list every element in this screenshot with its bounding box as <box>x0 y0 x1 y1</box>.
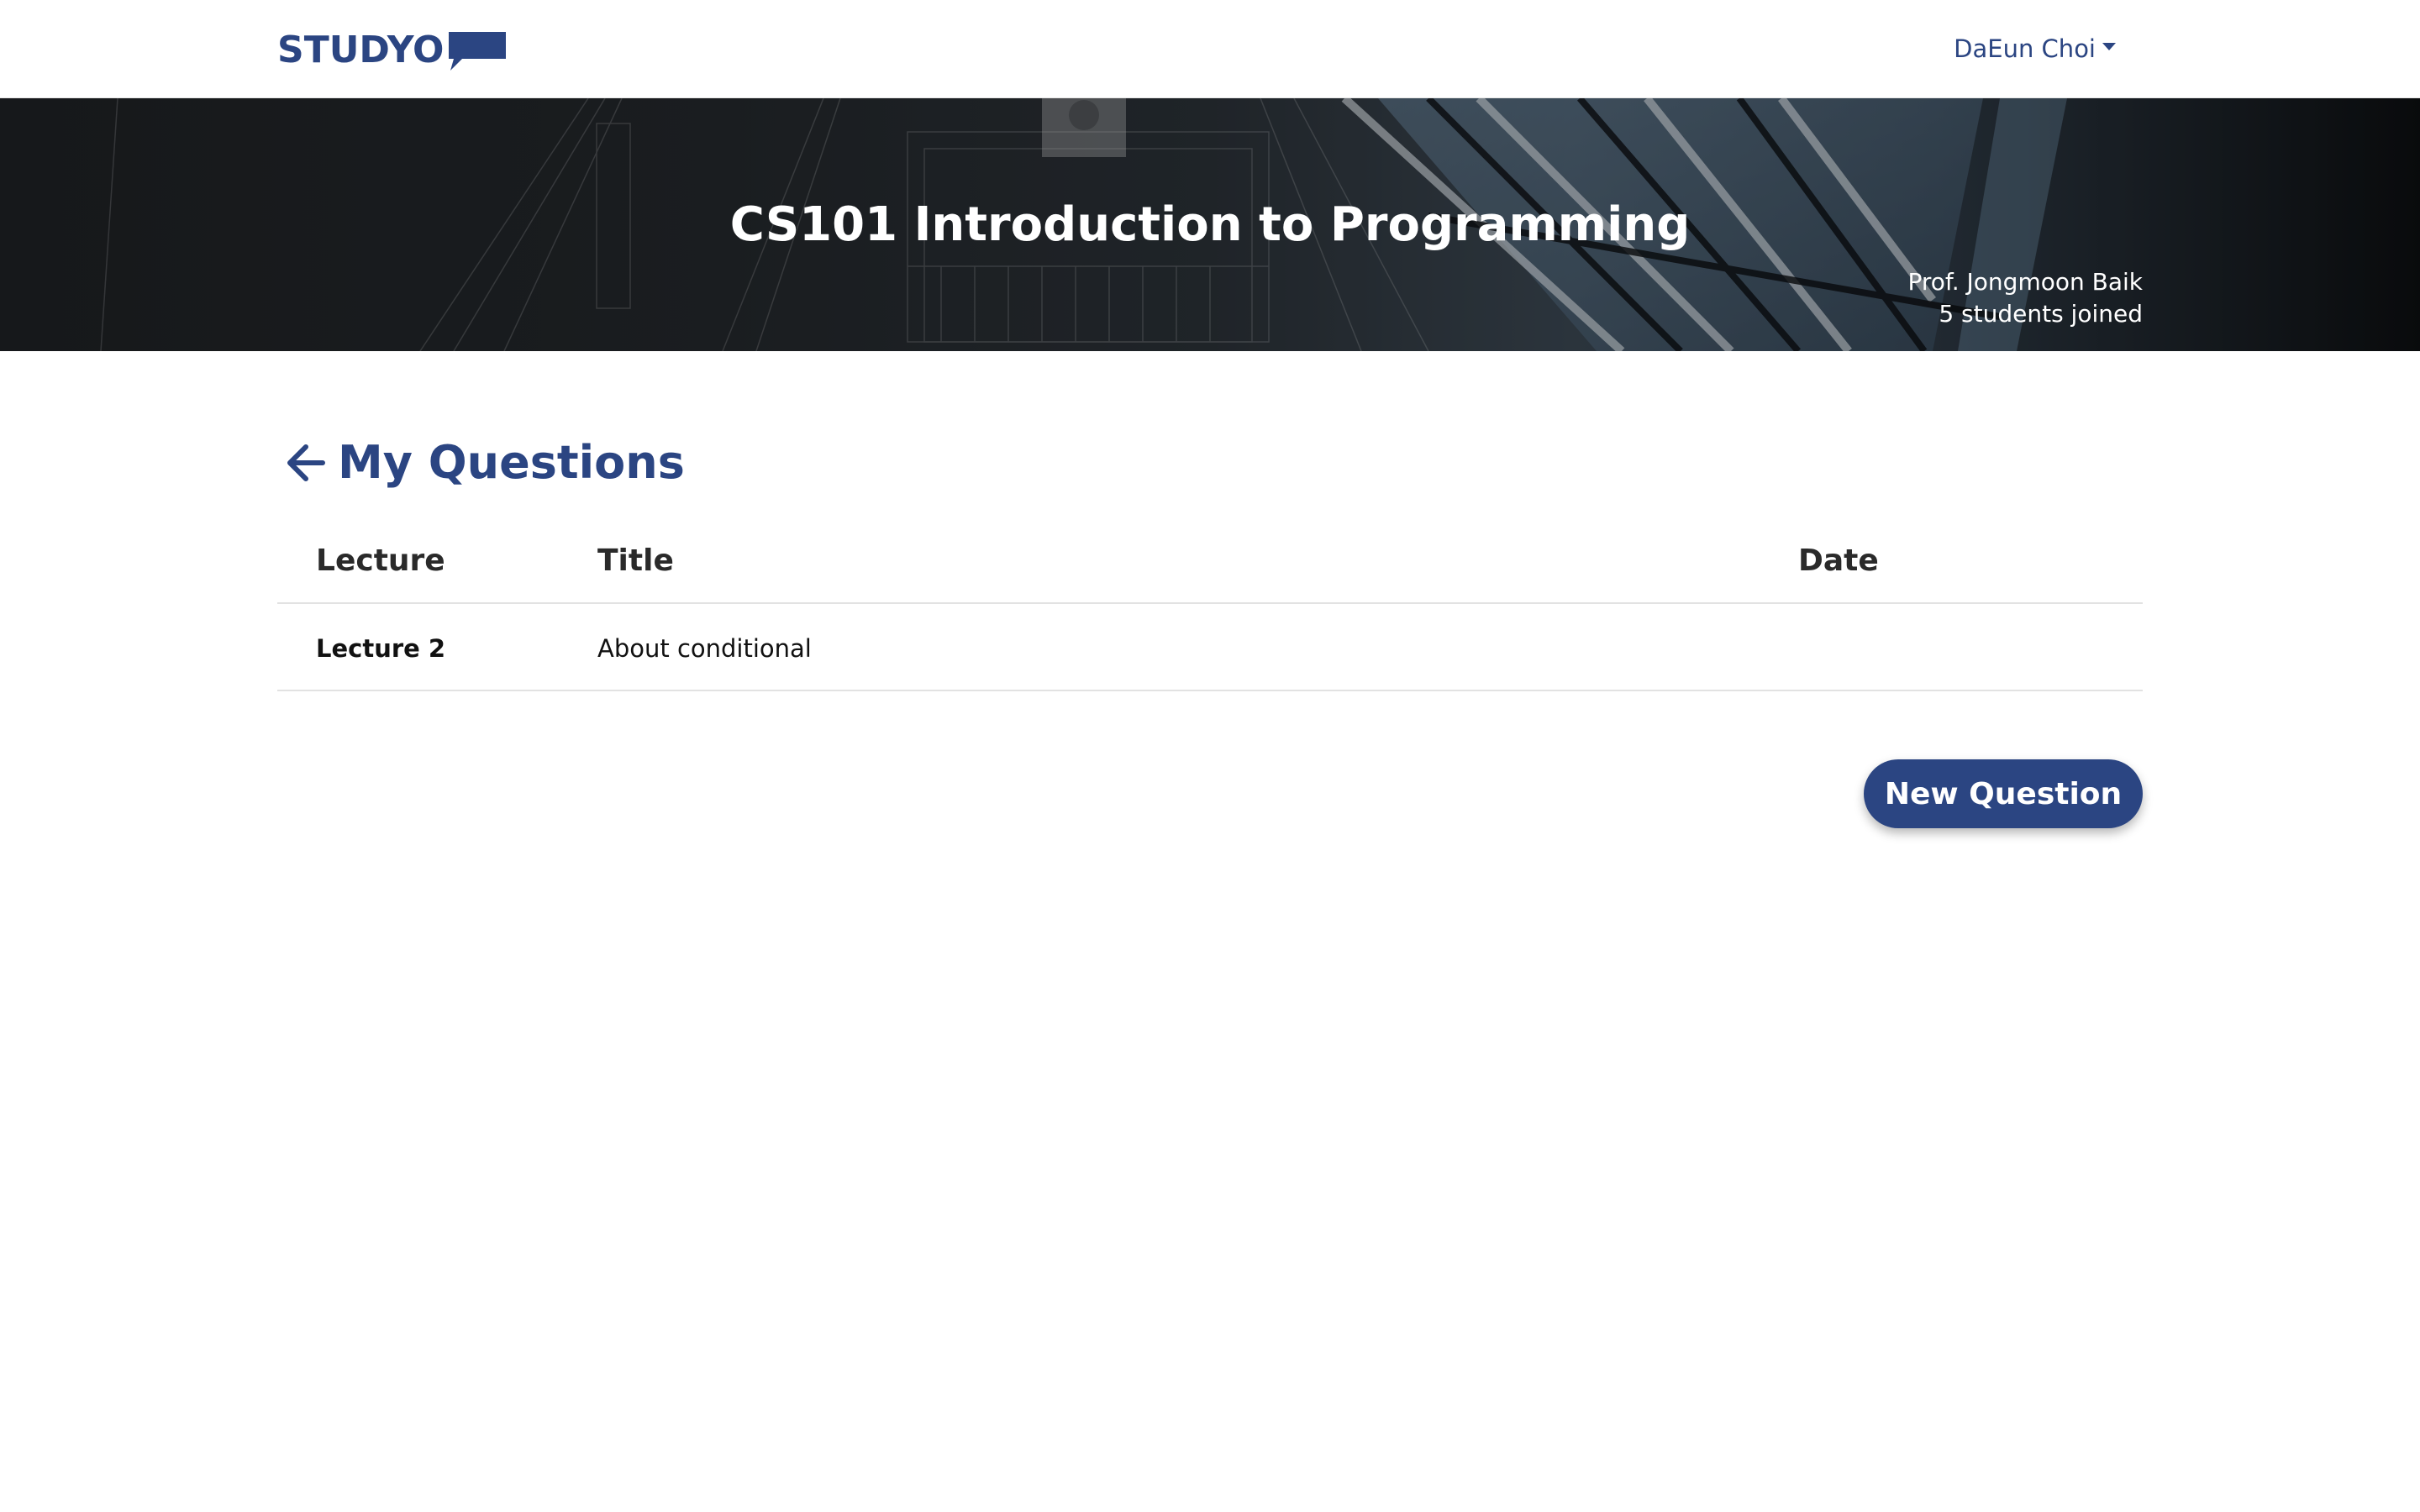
logo-text: STUDYO <box>277 29 445 71</box>
course-banner: CS101 Introduction to Programming Prof. … <box>0 98 2420 351</box>
students-joined-count: 5 students joined <box>1939 300 2143 328</box>
user-menu-dropdown[interactable]: DaEun Choi <box>1954 32 2116 66</box>
course-meta: Prof. Jongmoon Baik 5 students joined <box>1908 266 2144 330</box>
page-title: My Questions <box>338 436 685 489</box>
arrow-left-icon[interactable] <box>282 439 329 486</box>
user-name: DaEun Choi <box>1954 34 2096 63</box>
speech-bubble-icon <box>449 32 507 71</box>
professor-name: Prof. Jongmoon Baik <box>1907 268 2144 296</box>
new-question-button[interactable]: New Question <box>1864 759 2143 828</box>
questions-table: Lecture Title Date Lecture 2 About condi… <box>277 517 2143 691</box>
column-header-date: Date <box>1798 543 1879 578</box>
table-row[interactable]: Lecture 2 About conditional <box>277 604 2143 691</box>
row-title[interactable]: About conditional <box>597 632 812 665</box>
column-header-lecture: Lecture <box>316 543 445 578</box>
top-navbar: STUDYO DaEun Choi <box>0 0 2420 98</box>
studyo-logo[interactable]: STUDYO <box>277 29 508 72</box>
table-header: Lecture Title Date <box>277 517 2143 604</box>
row-lecture: Lecture 2 <box>316 634 446 663</box>
column-header-title: Title <box>597 543 674 578</box>
caret-down-icon <box>2102 42 2116 50</box>
course-title: CS101 Introduction to Programming <box>729 197 1691 252</box>
page-heading: My Questions <box>282 433 685 492</box>
